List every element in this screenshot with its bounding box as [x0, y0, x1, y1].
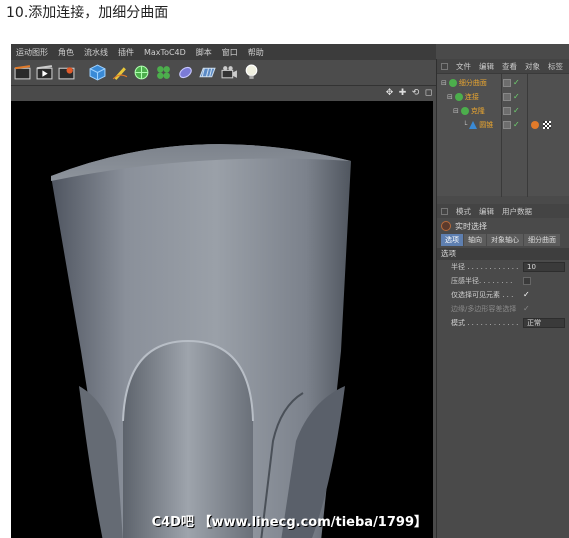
pen-icon[interactable] [110, 63, 129, 82]
cloner-icon[interactable] [154, 63, 173, 82]
param-pressure-radius: 压感半径. . . . . . . . [437, 274, 569, 288]
enabled-check[interactable]: ✓ [513, 93, 520, 101]
tab-subdivision[interactable]: 细分曲面 [524, 234, 560, 246]
menu-help[interactable]: 帮助 [243, 47, 269, 58]
subdivision-icon [448, 79, 457, 87]
deformer-icon[interactable] [176, 63, 195, 82]
move-icon[interactable]: ✥ [384, 88, 395, 99]
menu-maxtoc4d[interactable]: MaxToC4D [139, 48, 191, 57]
param-mode: 模式 . . . . . . . . . . . . 正常 [437, 316, 569, 330]
subdivision-icon[interactable] [132, 63, 151, 82]
cinema4d-window: 运动图形 角色 流水线 插件 MaxToC4D 脚本 窗口 帮助 ✥ ✚ ⟲ ◻… [11, 44, 569, 538]
object-row-subdivision[interactable]: ⊟ 细分曲面 ✓ [437, 77, 569, 89]
cup-render [51, 144, 351, 538]
object-list: ⊟ 细分曲面 ✓ ⊟ 连接 ✓ ⊟ 克隆 ✓ └ 圆锥 ✓ [437, 73, 569, 197]
menu-mograph[interactable]: 运动图形 [11, 47, 53, 58]
film-clapper-icon[interactable] [13, 63, 32, 82]
objects-menu-edit[interactable]: 编辑 [479, 61, 494, 72]
object-row-cone[interactable]: └ 圆锥 ✓ [437, 119, 569, 131]
checker-tag-icon[interactable] [543, 121, 551, 129]
right-panels: 文件 编辑 查看 对象 标签 ⊟ 细分曲面 ✓ ⊟ 连接 ✓ ⊟ 克隆 ✓ └ … [436, 59, 569, 538]
cube-icon[interactable] [88, 63, 107, 82]
watermark: C4D吧 【www.linecg.com/tieba/1799】 [151, 515, 427, 530]
visibility-toggle[interactable] [503, 93, 511, 101]
toolbar [11, 60, 436, 86]
menu-pipeline[interactable]: 流水线 [79, 47, 113, 58]
visibility-toggle[interactable] [503, 107, 511, 115]
objects-menu-file[interactable]: 文件 [456, 61, 471, 72]
param-radius: 半径 . . . . . . . . . . . . 10 [437, 260, 569, 274]
attributes-menu-mode[interactable]: 模式 [456, 206, 471, 217]
connect-icon [454, 93, 463, 101]
tolerance-checkbox[interactable]: ✓ [523, 305, 531, 313]
object-row-cloner[interactable]: ⊟ 克隆 ✓ [437, 105, 569, 117]
camera-icon[interactable] [220, 63, 239, 82]
pressure-radius-checkbox[interactable] [523, 277, 531, 285]
tutorial-caption: 10.添加连接，加细分曲面 [6, 5, 169, 21]
film-settings-icon[interactable] [57, 63, 76, 82]
param-visible-only: 仅选择可见元素 . . . ✓ [451, 290, 531, 300]
attributes-menu: 模式 编辑 用户数据 [437, 204, 569, 218]
viewport-header: ✥ ✚ ⟲ ◻ [11, 87, 436, 101]
tab-object-axis[interactable]: 对象轴心 [487, 234, 523, 246]
visibility-toggle[interactable] [503, 121, 511, 129]
objects-menu-object[interactable]: 对象 [525, 61, 540, 72]
object-row-connect[interactable]: ⊟ 连接 ✓ [437, 91, 569, 103]
phong-tag-icon[interactable] [531, 121, 539, 129]
param-tolerance-select: 边缘/多边形容差选择 ✓ [451, 304, 531, 314]
floor-icon[interactable] [198, 63, 217, 82]
section-options: 选项 [437, 248, 569, 260]
enabled-check[interactable]: ✓ [513, 79, 520, 87]
objects-menu: 文件 编辑 查看 对象 标签 [437, 59, 569, 73]
rotate-icon[interactable]: ⟲ [410, 88, 421, 99]
menu-character[interactable]: 角色 [53, 47, 79, 58]
attribute-tabs: 选项 轴向 对象轴心 细分曲面 [437, 234, 569, 246]
3d-viewport[interactable]: C4D吧 【www.linecg.com/tieba/1799】 [11, 101, 433, 538]
enabled-check[interactable]: ✓ [513, 121, 520, 129]
menu-bar: 运动图形 角色 流水线 插件 MaxToC4D 脚本 窗口 帮助 [11, 44, 436, 60]
panel-checkbox[interactable] [441, 62, 448, 70]
enabled-check[interactable]: ✓ [513, 107, 520, 115]
cloner-icon [460, 107, 469, 115]
film-render-icon[interactable] [35, 63, 54, 82]
cone-icon [469, 121, 478, 129]
light-icon[interactable] [242, 63, 261, 82]
menu-window[interactable]: 窗口 [217, 47, 243, 58]
tab-axis[interactable]: 轴向 [464, 234, 486, 246]
objects-menu-view[interactable]: 查看 [502, 61, 517, 72]
tab-options[interactable]: 选项 [441, 234, 463, 246]
zoom-icon[interactable]: ✚ [397, 88, 408, 99]
objects-menu-tags[interactable]: 标签 [548, 61, 563, 72]
attributes-menu-edit[interactable]: 编辑 [479, 206, 494, 217]
visible-only-checkbox[interactable]: ✓ [523, 291, 531, 299]
live-selection-icon [441, 221, 451, 231]
mode-dropdown[interactable]: 正常 [523, 318, 565, 328]
panel-checkbox[interactable] [441, 207, 448, 215]
menu-plugins[interactable]: 插件 [113, 47, 139, 58]
menu-script[interactable]: 脚本 [191, 47, 217, 58]
tool-title: 实时选择 [437, 218, 569, 234]
visibility-toggle[interactable] [503, 79, 511, 87]
maximize-icon[interactable]: ◻ [423, 88, 434, 99]
radius-input[interactable]: 10 [523, 262, 565, 272]
attributes-menu-userdata[interactable]: 用户数据 [502, 206, 532, 217]
